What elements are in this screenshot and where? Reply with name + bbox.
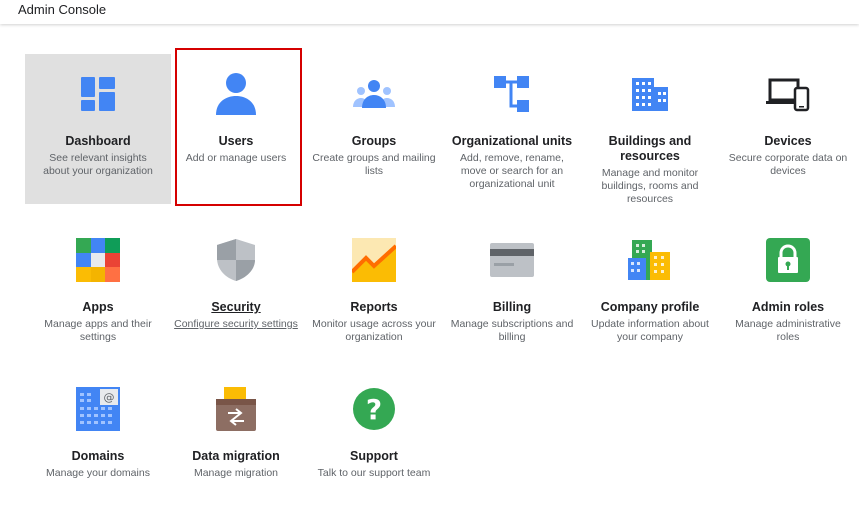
tile-devices[interactable]: Devices Secure corporate data on devices [715,54,859,204]
tile-title: Billing [492,300,532,314]
shield-icon [212,236,260,284]
tile-support[interactable]: ? Support Talk to our support team [301,369,447,519]
tile-description: Add, remove, rename, move or search for … [460,152,564,190]
tile-title: Dashboard [65,134,131,148]
tile-description: Manage administrative roles [735,318,841,343]
tile-description: Manage subscriptions and billing [450,318,574,343]
svg-text:?: ? [366,393,382,426]
tile-organizational-units[interactable]: Organizational units Add, remove, rename… [439,54,585,204]
lock-icon [764,236,812,284]
tile-reports[interactable]: Reports Monitor usage across your organi… [301,220,447,370]
tile-description: Talk to our support team [317,467,431,479]
reports-icon [350,236,398,284]
users-highlight-box [175,48,302,206]
groups-icon [350,70,398,118]
dashboard-icon [74,70,122,118]
tile-groups[interactable]: Groups Create groups and mailing lists [301,54,447,204]
tile-domains[interactable]: @ Domains Manage your domains [25,369,171,519]
tile-description: Monitor usage across your organization [312,318,436,343]
app-title: Admin Console [18,2,107,17]
tile-company-profile[interactable]: Company profile Update information about… [577,220,723,370]
help-icon: ? [350,385,398,433]
tile-title: Admin roles [751,300,825,314]
tile-dashboard[interactable]: Dashboard See relevant insights about yo… [25,54,171,204]
tile-description: Configure security settings [174,318,298,330]
tile-title: Company profile [600,300,700,314]
tile-title: Buildings and resources [608,134,692,163]
tile-title: Data migration [192,449,280,463]
tile-buildings-and-resources[interactable]: Buildings and resources Manage and monit… [577,54,723,205]
company-icon [626,236,674,284]
building-icon [626,70,674,118]
data-migration-icon [212,385,260,433]
tile-apps[interactable]: Apps Manage apps and their settings [25,220,171,370]
tile-description: Create groups and mailing lists [312,152,436,177]
domains-icon: @ [74,385,122,433]
tile-description: Update information about your company [591,318,709,343]
apps-icon [74,236,122,284]
tile-title: Reports [350,300,398,314]
tile-description: Secure corporate data on devices [728,152,848,177]
tile-title: Domains [71,449,125,463]
tile-description: See relevant insights about your organiz… [43,152,153,177]
credit-card-icon [488,236,536,284]
tile-description: Manage your domains [46,467,150,479]
tile-title: Apps [82,300,114,314]
tile-title: Organizational units [451,134,573,148]
tile-title: Security [211,300,261,314]
tile-description: Manage and monitor buildings, rooms and … [601,167,699,205]
org-units-icon [488,70,536,118]
top-bar: Admin Console [0,0,859,24]
devices-icon [764,70,812,118]
tile-security[interactable]: Security Configure security settings [163,220,309,370]
svg-text:@: @ [104,391,115,404]
tile-description: Manage apps and their settings [44,318,152,343]
tile-title: Support [350,449,398,463]
tile-data-migration[interactable]: Data migration Manage migration [163,369,309,519]
tile-title: Groups [351,134,397,148]
tile-description: Manage migration [193,467,279,479]
tile-admin-roles[interactable]: Admin roles Manage administrative roles [715,220,859,370]
tile-billing[interactable]: Billing Manage subscriptions and billing [439,220,585,370]
tile-title: Devices [764,134,812,148]
